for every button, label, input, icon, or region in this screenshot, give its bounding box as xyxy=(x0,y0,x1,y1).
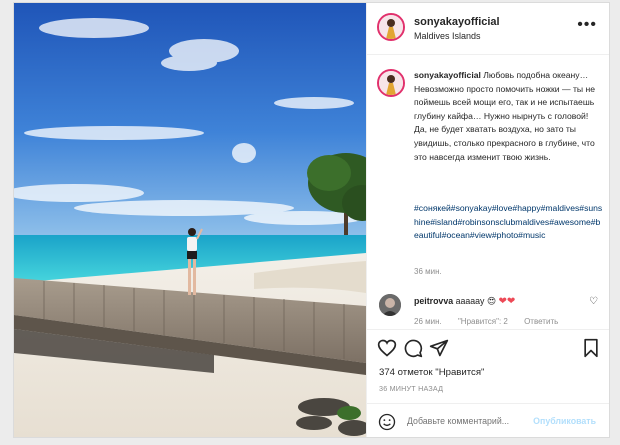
caption-avatar[interactable] xyxy=(377,69,405,97)
heart-icon[interactable] xyxy=(377,338,397,358)
post-author-username[interactable]: sonyakayofficial xyxy=(414,16,500,28)
add-comment-input[interactable] xyxy=(407,414,552,428)
comment-username[interactable]: peitrovva xyxy=(414,296,453,306)
publish-button[interactable]: Опубликовать xyxy=(533,416,596,426)
beach-photo-image xyxy=(14,3,366,437)
add-comment-bar: Опубликовать xyxy=(367,403,609,437)
comment-meta: 26 мин. "Нравится": 2 Ответить xyxy=(414,317,572,326)
caption-username[interactable]: sonyakayofficial xyxy=(414,70,481,80)
avatar-image xyxy=(379,71,403,95)
caption-text-block: sonyakayofficial Любовь подобна океану… … xyxy=(414,69,600,164)
comment-hearts: ❤❤ xyxy=(498,296,516,307)
post-sidebar: sonyakayofficial Maldives Islands ••• so… xyxy=(366,3,609,437)
post-actions: 374 отметок "Нравится" 36 МИНУТ НАЗАД Оп… xyxy=(367,329,609,437)
comment-like-heart-icon[interactable]: ♡ xyxy=(589,296,598,307)
comment-icon[interactable] xyxy=(403,338,423,358)
share-icon[interactable] xyxy=(429,338,449,358)
caption-text: Любовь подобна океану… Невозможно просто… xyxy=(414,70,595,162)
post-photo[interactable] xyxy=(14,3,366,437)
post-timestamp: 36 МИНУТ НАЗАД xyxy=(379,384,444,393)
commenter-avatar[interactable] xyxy=(379,294,401,316)
comment-reply-button[interactable]: Ответить xyxy=(524,317,558,326)
comment-text-line: peitrovva aaaaay 😍 ❤❤ xyxy=(414,296,515,307)
more-horizontal-icon[interactable]: ••• xyxy=(577,17,597,33)
emoji-smile-icon[interactable] xyxy=(378,413,396,431)
post-header: sonyakayofficial Maldives Islands ••• xyxy=(367,3,609,55)
comment-time: 26 мин. xyxy=(414,317,442,326)
profile-avatar[interactable] xyxy=(377,13,405,41)
avatar-image xyxy=(379,294,401,316)
avatar-image xyxy=(379,15,403,39)
likes-count[interactable]: 374 отметок "Нравится" xyxy=(379,367,484,378)
comment-likes-count[interactable]: "Нравится": 2 xyxy=(458,317,508,326)
caption-time: 36 мин. xyxy=(414,267,442,276)
caption-hashtags[interactable]: #сонякей#sonyakay#love#happy#maldives#su… xyxy=(414,202,604,243)
instagram-post-modal: sonyakayofficial Maldives Islands ••• so… xyxy=(13,2,610,438)
post-location[interactable]: Maldives Islands xyxy=(414,31,481,41)
comment-text: aaaaay 😍 xyxy=(455,296,497,306)
bookmark-icon[interactable] xyxy=(582,338,600,358)
